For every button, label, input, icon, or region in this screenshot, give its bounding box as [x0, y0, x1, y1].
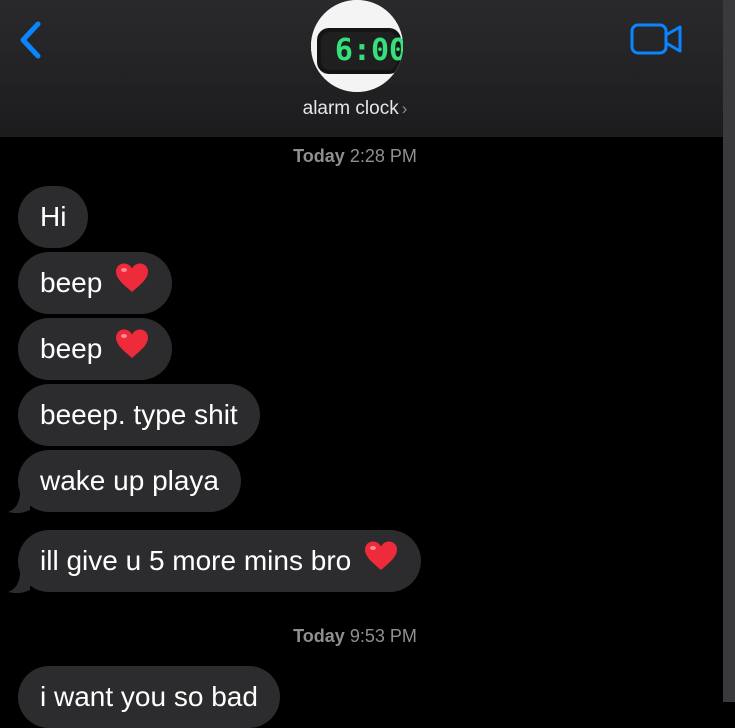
timestamp-time: 9:53 PM	[349, 626, 417, 646]
message-bubble[interactable]: beep	[18, 318, 173, 382]
message-text: beep	[40, 333, 103, 364]
contact-name[interactable]: alarm clock ›	[0, 98, 710, 120]
video-call-button[interactable]	[630, 22, 684, 56]
contact-name-label: alarm clock	[302, 98, 399, 119]
message-bubble[interactable]: ill give u 5 more mins bro	[18, 530, 422, 594]
bubble-tail	[8, 492, 30, 514]
contact-avatar[interactable]: 6:00	[311, 0, 403, 92]
timestamp: Today 2:28 PM	[0, 146, 710, 167]
message-bubble[interactable]: wake up playa	[18, 450, 242, 512]
message-text: beep	[40, 267, 103, 298]
timestamp-day: Today	[293, 626, 345, 646]
video-camera-icon	[630, 23, 682, 55]
message-text: wake up playa	[40, 465, 220, 496]
conversation-header: 6:00 alarm clock ›	[0, 0, 723, 137]
back-chevron-icon	[20, 21, 41, 59]
timestamp: Today 9:53 PM	[0, 626, 710, 647]
back-button[interactable]	[14, 18, 54, 62]
avatar-clock-digits: 6:00	[335, 33, 403, 68]
message-text: beeep. type shit	[40, 399, 238, 430]
bubble-tail	[8, 572, 30, 594]
message-bubble[interactable]: i want you so bad	[18, 666, 280, 728]
screen-edge	[723, 0, 735, 702]
message-bubble[interactable]: Hi	[18, 186, 89, 248]
timestamp-day: Today	[293, 146, 345, 166]
timestamp-time: 2:28 PM	[349, 146, 417, 166]
message-text: i want you so bad	[40, 681, 258, 712]
red-heart-icon	[114, 254, 150, 316]
message-bubble[interactable]: beep	[18, 252, 173, 316]
chevron-right-icon: ›	[401, 99, 408, 118]
red-heart-icon	[363, 532, 399, 594]
message-text: Hi	[40, 201, 67, 232]
message-text: ill give u 5 more mins bro	[40, 545, 352, 576]
red-heart-icon	[114, 320, 150, 382]
message-bubble[interactable]: beeep. type shit	[18, 384, 260, 446]
